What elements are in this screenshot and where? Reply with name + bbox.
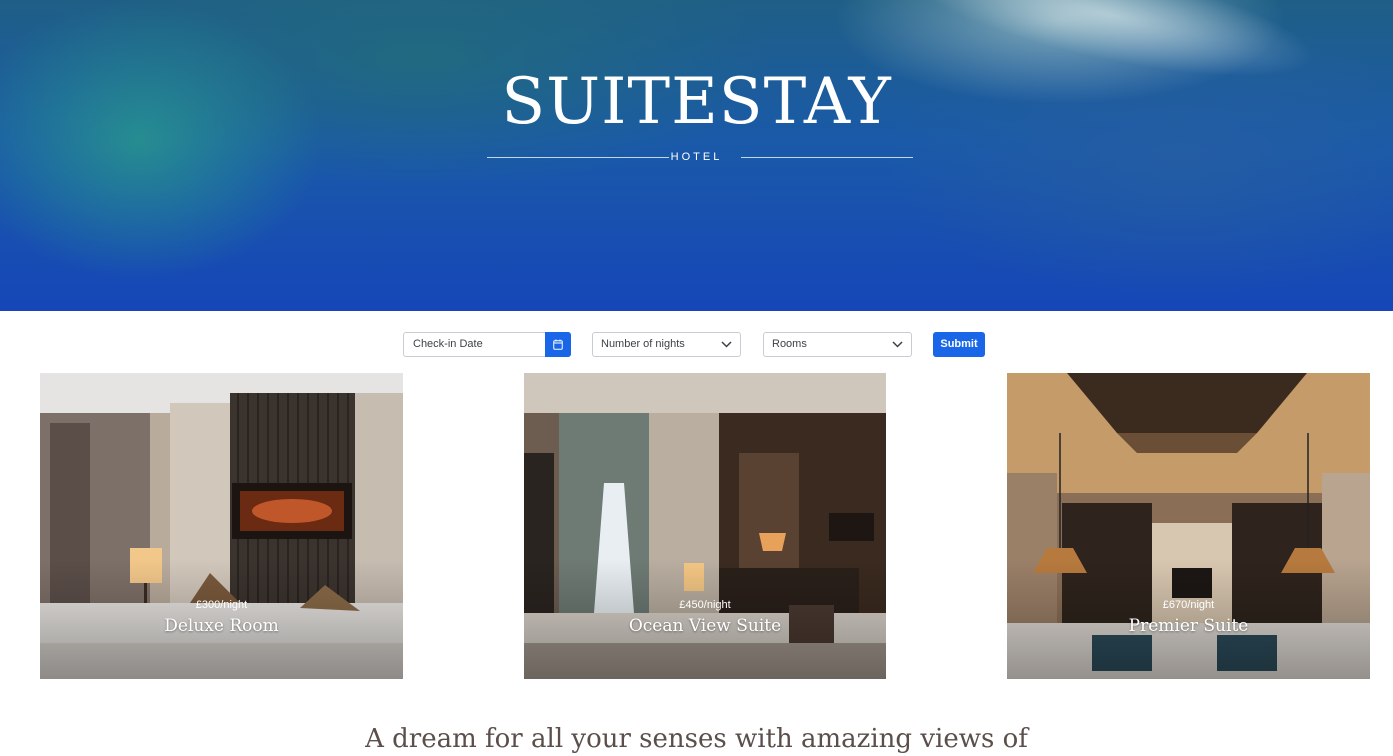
room-name: Ocean View Suite bbox=[628, 616, 782, 636]
room-price: £670/night bbox=[1162, 599, 1215, 611]
brand-title: SUITESTAY bbox=[501, 65, 892, 139]
room-price: £300/night bbox=[195, 599, 248, 611]
brand-divider-right bbox=[741, 157, 913, 158]
room-price: £450/night bbox=[679, 599, 731, 611]
room-name: Premier Suite bbox=[1128, 616, 1249, 636]
calendar-icon bbox=[553, 339, 563, 350]
room-name: Deluxe Room bbox=[164, 616, 279, 636]
room-card-deluxe[interactable]: £300/night Deluxe Room bbox=[40, 373, 403, 679]
intro-tagline: A dream for all your senses with amazing… bbox=[365, 724, 1028, 754]
chevron-down-icon bbox=[892, 341, 903, 348]
checkin-date-placeholder: Check-in Date bbox=[413, 338, 483, 350]
room-card-premier[interactable]: £670/night Premier Suite bbox=[1007, 373, 1370, 679]
checkin-date-input[interactable]: Check-in Date bbox=[403, 332, 571, 357]
room-card-ocean-view[interactable]: £450/night Ocean View Suite bbox=[524, 373, 886, 679]
nights-select[interactable]: Number of nights bbox=[592, 332, 741, 357]
hero-banner: SUITESTAY HOTEL bbox=[0, 0, 1393, 311]
rooms-select-value: Rooms bbox=[772, 338, 807, 350]
nights-select-value: Number of nights bbox=[601, 338, 685, 350]
calendar-button[interactable] bbox=[545, 332, 571, 357]
submit-button[interactable]: Submit bbox=[933, 332, 985, 357]
rooms-select[interactable]: Rooms bbox=[763, 332, 912, 357]
brand-subtitle: HOTEL bbox=[670, 151, 723, 163]
chevron-down-icon bbox=[721, 341, 732, 348]
